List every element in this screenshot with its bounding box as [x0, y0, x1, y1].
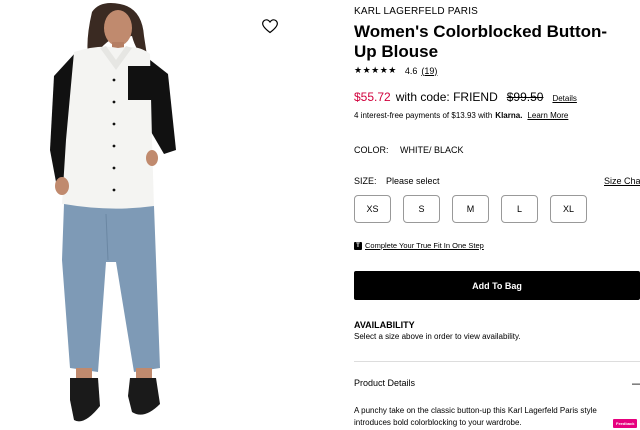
color-selection: COLOR: WHITE/ BLACK [354, 145, 464, 155]
review-count-link[interactable]: (19) [421, 66, 437, 76]
rating-value: 4.6 [404, 65, 418, 76]
brand-name[interactable]: KARL LAGERFELD PARIS [354, 6, 478, 17]
truefit-link[interactable]: Complete Your True Fit In One Step [365, 241, 484, 250]
availability-text: Select a size above in order to view ava… [354, 332, 521, 341]
klarna-logo: Klarna. [495, 111, 523, 120]
size-options: XS S M L XL [354, 195, 587, 223]
product-info-panel: KARL LAGERFELD PARIS Women's Colorblocke… [354, 0, 640, 430]
rating-stars: ★★★★★ [354, 65, 397, 75]
size-option-s[interactable]: S [403, 195, 440, 223]
feedback-badge[interactable]: Feedback [613, 419, 638, 428]
add-to-bag-button[interactable]: Add To Bag [354, 271, 640, 300]
product-photo[interactable] [40, 0, 185, 430]
availability-title: AVAILABILITY [354, 320, 415, 330]
product-image-area [0, 0, 290, 430]
color-label: COLOR: [354, 145, 389, 155]
original-price: $99.50 [506, 90, 544, 104]
heart-icon[interactable] [262, 19, 278, 34]
learn-more-link[interactable]: Learn More [527, 111, 568, 120]
size-prompt: Please select [386, 176, 440, 186]
installments-row: 4 interest-free payments of $13.93 with … [354, 111, 568, 120]
size-option-xs[interactable]: XS [354, 195, 391, 223]
divider [354, 361, 640, 362]
product-description: A punchy take on the classic button-up t… [354, 406, 597, 427]
price-row: $55.72 with code: FRIEND $99.50 Details [354, 90, 577, 104]
color-value: WHITE/ BLACK [400, 145, 464, 155]
size-label: SIZE: [354, 176, 377, 186]
installments-text: 4 interest-free payments of $13.93 with [354, 111, 493, 120]
product-title: Women's Colorblocked Button-Up Blouse [354, 22, 608, 61]
size-chart-link[interactable]: Size Chart [604, 176, 640, 186]
truefit-icon: T [354, 241, 362, 250]
product-details-toggle[interactable]: Product Details — [354, 377, 640, 389]
sale-price: $55.72 [354, 90, 391, 104]
size-option-m[interactable]: M [452, 195, 489, 223]
product-details-label: Product Details [354, 378, 416, 388]
size-option-xl[interactable]: XL [550, 195, 587, 223]
size-option-l[interactable]: L [501, 195, 538, 223]
truefit-row: T Complete Your True Fit In One Step [354, 241, 484, 250]
product-rating: ★★★★★ 4.6 (19) [354, 65, 437, 76]
collapse-icon: — [632, 377, 640, 389]
size-header: SIZE: Please select Size Chart [354, 176, 640, 186]
promo-details-link[interactable]: Details [552, 94, 576, 103]
promo-code-text: with code: FRIEND [395, 90, 498, 104]
